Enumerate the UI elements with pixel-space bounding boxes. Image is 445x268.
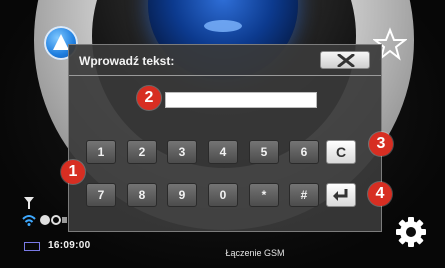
enter-button[interactable] bbox=[326, 183, 356, 207]
key-4[interactable]: 4 bbox=[208, 140, 238, 164]
clock-time: 16:09:00 bbox=[48, 240, 91, 251]
key-asterisk[interactable]: * bbox=[249, 183, 279, 207]
wifi-icon bbox=[22, 215, 36, 226]
key-6[interactable]: 6 bbox=[289, 140, 319, 164]
close-button[interactable] bbox=[320, 51, 370, 69]
key-0[interactable]: 0 bbox=[208, 183, 238, 207]
key-8[interactable]: 8 bbox=[127, 183, 157, 207]
callout-marker-3: 3 bbox=[369, 132, 393, 156]
callout-marker-2: 2 bbox=[137, 86, 161, 110]
close-x-icon bbox=[337, 54, 355, 67]
battery-icon bbox=[24, 242, 40, 251]
clear-button[interactable]: C bbox=[326, 140, 356, 164]
dialog-title: Wprowadź tekst: bbox=[79, 54, 175, 68]
key-3[interactable]: 3 bbox=[167, 140, 197, 164]
bluetooth-logo-icon bbox=[204, 20, 242, 32]
key-5[interactable]: 5 bbox=[249, 140, 279, 164]
enter-return-icon bbox=[333, 189, 348, 201]
key-2[interactable]: 2 bbox=[127, 140, 157, 164]
key-9[interactable]: 9 bbox=[167, 183, 197, 207]
callout-marker-1: 1 bbox=[61, 160, 85, 184]
settings-gear-icon[interactable] bbox=[394, 215, 428, 249]
connection-icon bbox=[40, 215, 67, 225]
title-divider bbox=[69, 75, 381, 76]
key-7[interactable]: 7 bbox=[86, 183, 116, 207]
callout-marker-4: 4 bbox=[368, 182, 392, 206]
text-entry-field[interactable] bbox=[165, 92, 317, 108]
text-input-dialog: Wprowadź tekst: 1 2 3 4 5 6 C 7 8 9 0 * … bbox=[68, 44, 382, 232]
key-hash[interactable]: # bbox=[289, 183, 319, 207]
key-1[interactable]: 1 bbox=[86, 140, 116, 164]
antenna-icon bbox=[24, 197, 34, 209]
network-status-text: Łączenie GSM bbox=[225, 248, 285, 258]
